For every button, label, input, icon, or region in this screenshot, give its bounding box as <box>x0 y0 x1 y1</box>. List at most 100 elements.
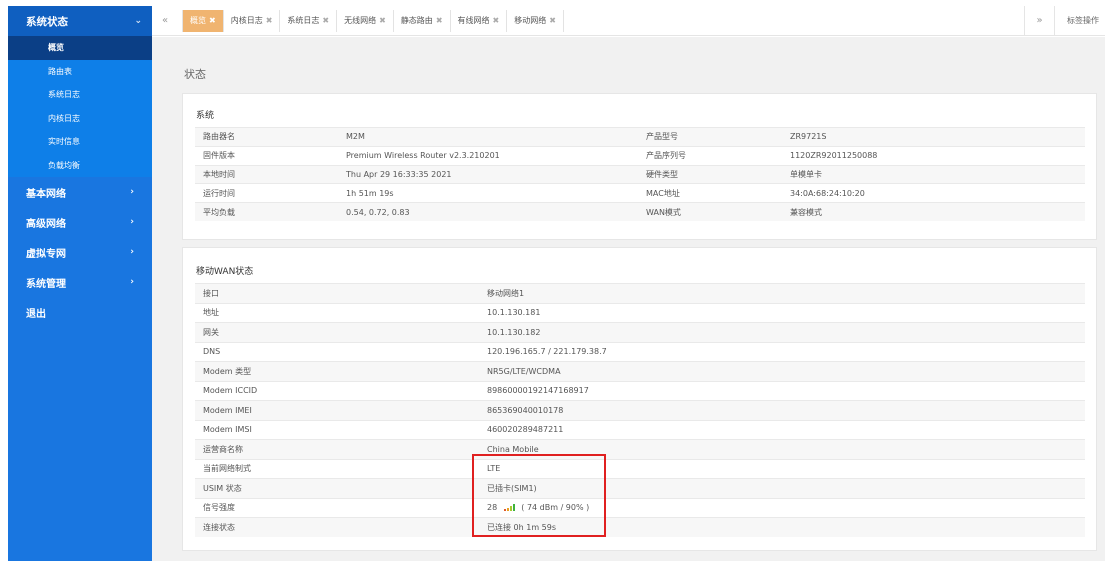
sidebar-item-kernel-log[interactable]: 内核日志 <box>8 107 152 131</box>
table-row: 运营商名称 China Mobile <box>195 439 1085 459</box>
table-cell: DNS <box>195 341 479 362</box>
table-cell: 兼容模式 <box>782 202 1085 222</box>
table-cell: Premium Wireless Router v2.3.210201 <box>338 145 638 166</box>
sidebar: 系统状态 ⌄ 概览 路由表 系统日志 内核日志 实时信息 负载均衡 基本网络 ›… <box>8 6 152 561</box>
table-row: DNS 120.196.165.7 / 221.179.38.7 <box>195 341 1085 362</box>
table-row: 本地时间 Thu Apr 29 16:33:35 2021 硬件类型 单模单卡 <box>195 164 1085 184</box>
tab-wireless[interactable]: 无线网络 ✖ <box>337 9 394 32</box>
tab-mobile-network[interactable]: 移动网络 ✖ <box>507 9 564 32</box>
table-cell: 120.196.165.7 / 221.179.38.7 <box>479 341 1085 362</box>
table-cell: Modem IMEI <box>195 400 479 420</box>
table-cell: 本地时间 <box>195 164 338 184</box>
table-cell: 固件版本 <box>195 145 338 166</box>
table-row: USIM 状态 已插卡(SIM1) <box>195 478 1085 498</box>
table-row: 接口 移动网络1 <box>195 283 1085 303</box>
table-cell: 460020289487211 <box>479 419 1085 440</box>
tab-wired-network[interactable]: 有线网络 ✖ <box>451 9 508 32</box>
table-row: Modem 类型 NR5G/LTE/WCDMA <box>195 361 1085 381</box>
sidebar-item-label: 退出 <box>26 308 46 320</box>
table-cell: WAN模式 <box>638 202 782 222</box>
table-row: Modem IMSI 460020289487211 <box>195 419 1085 440</box>
tab-bar-right: » 标签操作 <box>1024 6 1105 35</box>
sidebar-item-system-status[interactable]: 系统状态 ⌄ <box>8 6 152 36</box>
sidebar-submenu: 概览 路由表 系统日志 内核日志 实时信息 负载均衡 <box>8 36 152 177</box>
table-cell: 接口 <box>195 283 479 303</box>
close-icon[interactable]: ✖ <box>379 16 386 25</box>
sidebar-item-label: 高级网络 <box>26 218 66 230</box>
close-icon[interactable]: ✖ <box>209 16 216 25</box>
table-row: 路由器名 M2M 产品型号 ZR9721S <box>195 127 1085 147</box>
sidebar-item-basic-network[interactable]: 基本网络 › <box>8 177 152 207</box>
sidebar-item-logout[interactable]: 退出 <box>8 297 152 327</box>
table-row: 当前网络制式 LTE <box>195 458 1085 479</box>
close-icon[interactable]: ✖ <box>436 16 443 25</box>
close-icon[interactable]: ✖ <box>322 16 329 25</box>
tab-operations-button[interactable]: 标签操作 <box>1054 6 1105 35</box>
table-cell: 产品序列号 <box>638 145 782 166</box>
sidebar-item-label: 系统管理 <box>26 278 66 290</box>
table-cell: 34:0A:68:24:10:20 <box>782 183 1085 203</box>
sidebar-item-route-table[interactable]: 路由表 <box>8 60 152 84</box>
table-row: 地址 10.1.130.181 <box>195 302 1085 323</box>
sidebar-item-load-balance[interactable]: 负载均衡 <box>8 154 152 178</box>
table-cell: 平均负载 <box>195 202 338 222</box>
close-icon[interactable]: ✖ <box>549 16 556 25</box>
page-title: 状态 <box>184 68 206 81</box>
chevron-right-icon: › <box>130 247 134 257</box>
table-cell: 89860000192147168917 <box>479 380 1085 401</box>
sidebar-item-label: 虚拟专网 <box>26 248 66 260</box>
system-card-title: 系统 <box>196 111 215 121</box>
table-row: 平均负载 0.54, 0.72, 0.83 WAN模式 兼容模式 <box>195 202 1085 222</box>
tab-static-route[interactable]: 静态路由 ✖ <box>394 9 451 32</box>
sidebar-item-advanced-network[interactable]: 高级网络 › <box>8 207 152 237</box>
table-cell: MAC地址 <box>638 183 782 203</box>
table-cell: 信号强度 <box>195 497 479 518</box>
tab-label: 内核日志 <box>230 16 263 25</box>
tab-label: 静态路由 <box>400 16 433 25</box>
table-row: Modem IMEI 865369040010178 <box>195 400 1085 420</box>
tab-label: 系统日志 <box>287 16 320 25</box>
tabs-scroll-right-icon[interactable]: » <box>1024 6 1054 35</box>
tab-overview[interactable]: 概览 ✖ <box>182 9 224 32</box>
tab-system-log[interactable]: 系统日志 ✖ <box>280 9 338 32</box>
tab-label: 有线网络 <box>457 16 490 25</box>
table-row: 运行时间 1h 51m 19s MAC地址 34:0A:68:24:10:20 <box>195 183 1085 203</box>
table-cell: Modem IMSI <box>195 419 479 440</box>
table-cell: Modem 类型 <box>195 361 479 381</box>
table-cell: 移动网络1 <box>479 283 1085 303</box>
table-row: 固件版本 Premium Wireless Router v2.3.210201… <box>195 145 1085 166</box>
table-row: Modem ICCID 89860000192147168917 <box>195 380 1085 401</box>
sidebar-item-system-management[interactable]: 系统管理 › <box>8 267 152 297</box>
table-cell: 单模单卡 <box>782 164 1085 184</box>
mobile-wan-table: 接口 移动网络1 地址 10.1.130.181 网关 10.1.130.182 DN… <box>195 283 1085 537</box>
sidebar-item-realtime-info[interactable]: 实时信息 <box>8 130 152 154</box>
table-cell: 硬件类型 <box>638 164 782 184</box>
tab-label: 无线网络 <box>344 16 377 25</box>
chevron-down-icon: ⌄ <box>134 16 142 26</box>
highlight-box <box>472 454 606 537</box>
table-cell: 10.1.130.182 <box>479 322 1085 342</box>
table-cell: 1120ZR92011250088 <box>782 145 1085 166</box>
table-cell: 865369040010178 <box>479 400 1085 420</box>
sidebar-item-label: 基本网络 <box>26 188 66 200</box>
table-cell: NR5G/LTE/WCDMA <box>479 361 1085 381</box>
tab-label: 概览 <box>190 16 206 25</box>
sidebar-item-system-log[interactable]: 系统日志 <box>8 83 152 107</box>
table-cell: Modem ICCID <box>195 380 479 401</box>
tab-bar: « 概览 ✖ 内核日志 ✖ 系统日志 ✖ 无线网络 ✖ 静态路由 ✖ 有线网络 ✖ 移动网络… <box>152 6 1105 36</box>
close-icon[interactable]: ✖ <box>493 16 500 25</box>
table-cell: M2M <box>338 127 638 147</box>
chevron-right-icon: › <box>130 187 134 197</box>
main-content: 状态 系统 路由器名 M2M 产品型号 ZR9721S 固件版本 Premium… <box>152 37 1105 561</box>
close-icon[interactable]: ✖ <box>266 16 273 25</box>
table-cell: 网关 <box>195 322 479 342</box>
table-cell: 运营商名称 <box>195 439 479 459</box>
tab-kernel-log[interactable]: 内核日志 ✖ <box>224 9 281 32</box>
tab-label: 移动网络 <box>514 16 547 25</box>
sidebar-item-overview[interactable]: 概览 <box>8 36 152 60</box>
tabs-scroll-left-icon[interactable]: « <box>152 15 178 26</box>
table-cell: 当前网络制式 <box>195 458 479 479</box>
table-cell: Thu Apr 29 16:33:35 2021 <box>338 164 638 184</box>
table-row: 连接状态 已连接 0h 1m 59s <box>195 517 1085 537</box>
sidebar-item-vpn[interactable]: 虚拟专网 › <box>8 237 152 267</box>
